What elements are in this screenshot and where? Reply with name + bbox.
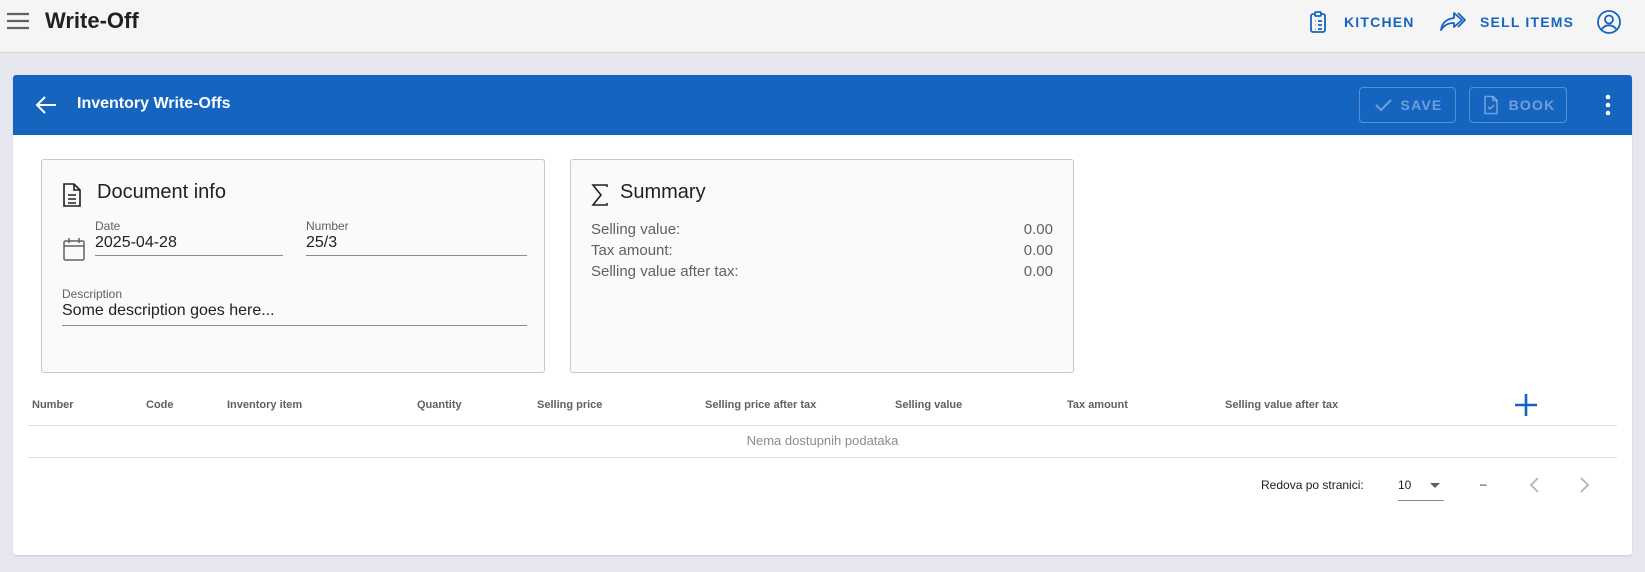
rows-per-page-value: 10 (1398, 478, 1412, 492)
account-circle-icon[interactable] (1596, 9, 1622, 35)
date-underline (95, 255, 283, 256)
book-button[interactable]: BOOK (1469, 87, 1567, 123)
save-button-label: SAVE (1400, 97, 1443, 113)
summary-row-selling-value-after-tax: Selling value after tax: 0.00 (591, 263, 1053, 280)
save-button[interactable]: SAVE (1359, 87, 1456, 123)
number-field[interactable]: Number 25/3 (306, 219, 527, 256)
column-header-selling-price-after-tax[interactable]: Selling price after tax (705, 399, 816, 411)
number-underline (306, 255, 527, 256)
calendar-icon[interactable] (62, 236, 86, 262)
table-divider (28, 457, 1617, 458)
column-header-selling-price[interactable]: Selling price (537, 399, 602, 411)
card-header: Inventory Write-Offs SAVE BOOK (13, 75, 1632, 135)
more-vert-icon[interactable] (1596, 92, 1620, 118)
pagination-range: – (1480, 477, 1487, 491)
column-header-tax-amount[interactable]: Tax amount (1067, 399, 1128, 411)
number-value[interactable]: 25/3 (306, 234, 337, 252)
summary-label: Tax amount: (591, 242, 673, 259)
summary-title: Summary (620, 181, 706, 203)
summary-panel: Summary Selling value: 0.00 Tax amount: … (570, 159, 1074, 373)
sigma-icon (589, 182, 613, 208)
date-value[interactable]: 2025-04-28 (95, 234, 177, 252)
summary-row-selling-value: Selling value: 0.00 (591, 221, 1053, 238)
book-button-label: BOOK (1508, 97, 1556, 113)
summary-value: 0.00 (1023, 221, 1053, 238)
description-underline (62, 325, 527, 326)
add-icon[interactable] (1512, 391, 1540, 419)
summary-value: 0.00 (1023, 263, 1053, 280)
rows-per-page-select[interactable]: 10 (1398, 475, 1444, 501)
description-value[interactable]: Some description goes here... (62, 302, 275, 320)
column-header-selling-value-after-tax[interactable]: Selling value after tax (1225, 399, 1338, 411)
app-title: Write-Off (45, 8, 139, 33)
file-check-icon (1481, 95, 1501, 115)
chevron-left-icon[interactable] (1523, 473, 1547, 497)
number-label: Number (306, 219, 349, 233)
document-icon (60, 182, 84, 208)
summary-label: Selling value after tax: (591, 263, 739, 280)
summary-row-tax-amount: Tax amount: 0.00 (591, 242, 1053, 259)
rows-per-page-label: Redova po stranici: (1261, 478, 1364, 492)
table-divider (28, 425, 1617, 426)
write-offs-card: Inventory Write-Offs SAVE BOOK Document … (13, 75, 1632, 555)
date-label: Date (95, 219, 121, 233)
kitchen-button[interactable]: KITCHEN (1306, 9, 1415, 35)
hamburger-menu-icon[interactable] (6, 9, 30, 33)
summary-label: Selling value: (591, 221, 681, 238)
card-title: Inventory Write-Offs (77, 95, 231, 112)
description-label: Description (62, 287, 123, 301)
chevron-right-icon[interactable] (1572, 473, 1596, 497)
back-arrow-icon[interactable] (33, 92, 59, 118)
summary-value: 0.00 (1023, 242, 1053, 259)
description-field[interactable]: Description Some description goes here..… (62, 287, 527, 326)
column-header-number[interactable]: Number (32, 399, 74, 411)
share-arrow-icon (1438, 10, 1466, 34)
dropdown-caret-icon (1430, 483, 1440, 488)
column-header-selling-value[interactable]: Selling value (895, 399, 962, 411)
sell-items-button-label: SELL ITEMS (1480, 14, 1575, 30)
check-icon (1373, 95, 1393, 115)
document-info-panel: Document info Date 2025-04-28 Number 25/… (41, 159, 545, 373)
column-header-quantity[interactable]: Quantity (417, 399, 462, 411)
clipboard-list-icon (1306, 10, 1330, 34)
kitchen-button-label: KITCHEN (1344, 14, 1415, 30)
document-info-title: Document info (97, 181, 226, 203)
date-field[interactable]: Date 2025-04-28 (95, 219, 283, 256)
column-header-code[interactable]: Code (146, 399, 174, 411)
column-header-inventory-item[interactable]: Inventory item (227, 399, 302, 411)
app-bar: Write-Off KITCHEN SELL ITEMS (0, 0, 1645, 53)
table-empty-message: Nema dostupnih podataka (746, 433, 899, 448)
sell-items-button[interactable]: SELL ITEMS (1438, 9, 1574, 35)
